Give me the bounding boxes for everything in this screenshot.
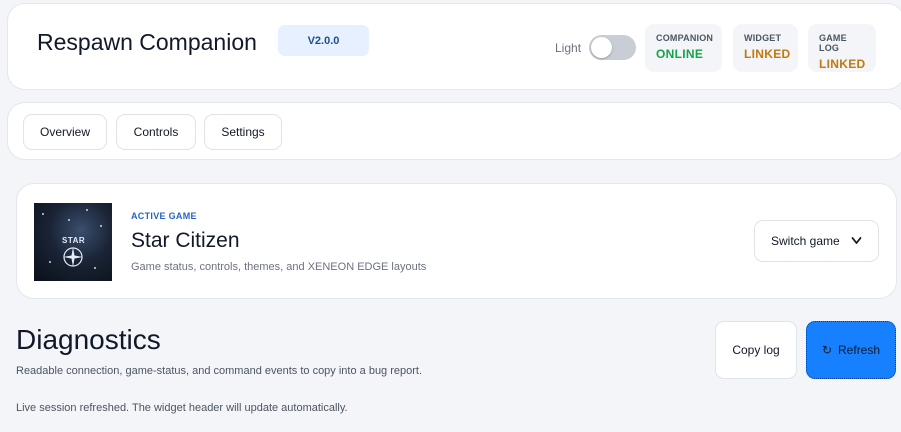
status-label: WIDGET xyxy=(744,33,782,43)
game-thumbnail: STAR xyxy=(34,203,112,281)
tab-settings[interactable]: Settings xyxy=(204,114,282,150)
theme-label: Light xyxy=(555,41,582,55)
status-value: LINKED xyxy=(819,57,866,71)
nav-bar: Overview Controls Settings xyxy=(7,102,901,160)
status-widget: WIDGET LINKED xyxy=(733,24,798,72)
app-header: Respawn Companion V2.0.0 Light COMPANION… xyxy=(7,3,901,90)
status-value: ONLINE xyxy=(656,47,704,61)
refresh-button[interactable]: ↻ Refresh xyxy=(806,321,896,379)
game-description: Game status, controls, themes, and XENEO… xyxy=(131,261,427,273)
thumbnail-logo-text: STAR xyxy=(62,236,86,245)
thumbnail-star xyxy=(94,267,96,269)
game-title: Star Citizen xyxy=(131,229,240,252)
active-game-card: STAR ACTIVE GAME Star Citizen Game statu… xyxy=(16,183,897,299)
theme-toggle[interactable] xyxy=(589,35,636,60)
switch-game-label: Switch game xyxy=(771,234,840,248)
refresh-label: Refresh xyxy=(838,343,881,357)
tab-overview[interactable]: Overview xyxy=(23,114,107,150)
toggle-knob xyxy=(591,37,612,58)
active-game-label: ACTIVE GAME xyxy=(131,211,197,221)
thumbnail-star xyxy=(100,225,102,227)
refresh-icon: ↻ xyxy=(821,343,833,357)
chevron-down-icon xyxy=(851,237,862,244)
tab-controls[interactable]: Controls xyxy=(116,114,196,150)
status-companion: COMPANION ONLINE xyxy=(645,24,722,72)
diagnostics-title: Diagnostics xyxy=(16,324,161,355)
app-title: Respawn Companion xyxy=(37,29,257,55)
compass-icon xyxy=(63,247,83,267)
thumbnail-star xyxy=(86,209,88,211)
status-value: LINKED xyxy=(744,47,791,61)
switch-game-button[interactable]: Switch game xyxy=(754,220,879,262)
version-badge: V2.0.0 xyxy=(278,25,369,56)
thumbnail-star xyxy=(42,213,44,215)
diagnostics-status-message: Live session refreshed. The widget heade… xyxy=(16,402,348,414)
diagnostics-subtitle: Readable connection, game-status, and co… xyxy=(16,365,423,377)
status-label: GAME LOG xyxy=(819,33,847,53)
status-game-log: GAME LOG LINKED xyxy=(808,24,876,72)
copy-log-button[interactable]: Copy log xyxy=(715,321,797,379)
thumbnail-star xyxy=(68,219,70,221)
thumbnail-star xyxy=(49,261,51,263)
status-label: COMPANION xyxy=(656,33,714,43)
